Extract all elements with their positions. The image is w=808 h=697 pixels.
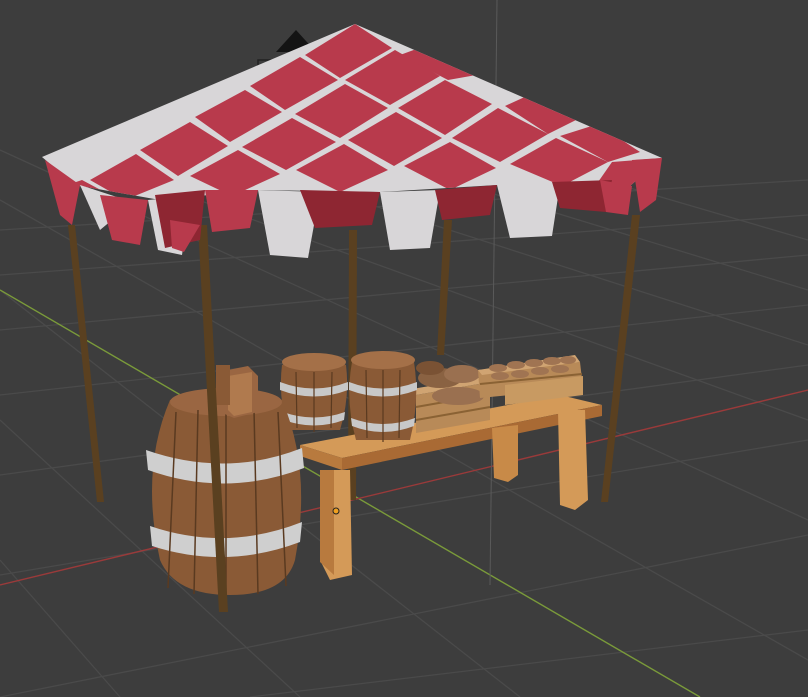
barrel-small-right xyxy=(349,351,417,442)
3d-viewport[interactable] xyxy=(0,0,808,697)
barrel-small-left xyxy=(280,353,348,432)
object-origin-dot xyxy=(332,507,340,515)
tent-canopy xyxy=(42,24,662,258)
scene-render xyxy=(0,0,808,697)
